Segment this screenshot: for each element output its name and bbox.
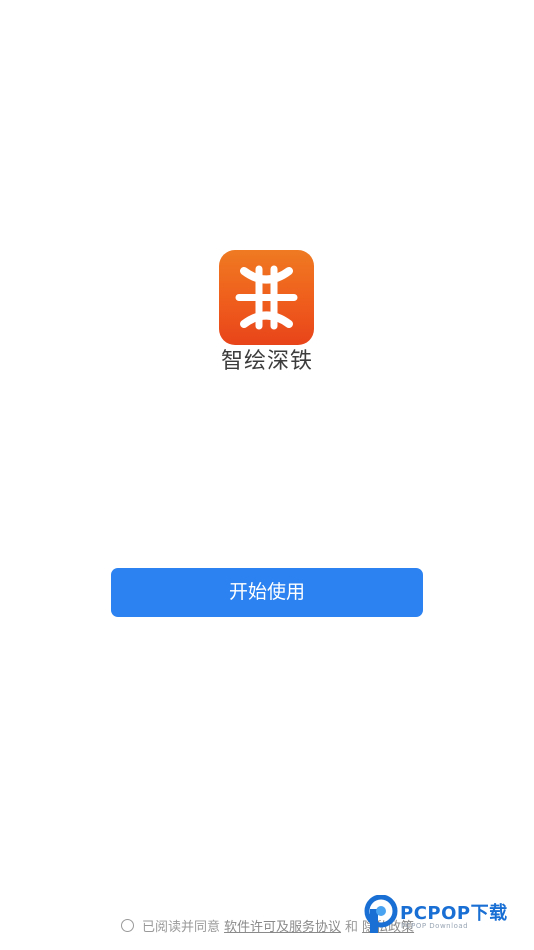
app-icon <box>219 250 314 345</box>
agreement-prefix: 已阅读并同意 <box>142 919 221 935</box>
watermark-subtitle: PCPOP Download <box>401 922 469 930</box>
app-name: 智绘深铁 <box>220 349 313 374</box>
metro-logo-icon <box>235 265 298 330</box>
license-agreement-link[interactable]: 软件许可及服务协议 <box>224 916 341 935</box>
pcpop-logo-icon <box>364 895 398 933</box>
agreement-conjunction: 和 <box>345 919 359 935</box>
agree-radio[interactable] <box>121 918 134 932</box>
start-button[interactable]: 开始使用 <box>111 568 423 617</box>
watermark: PCPOP下载 PCPOP Download <box>363 895 531 935</box>
